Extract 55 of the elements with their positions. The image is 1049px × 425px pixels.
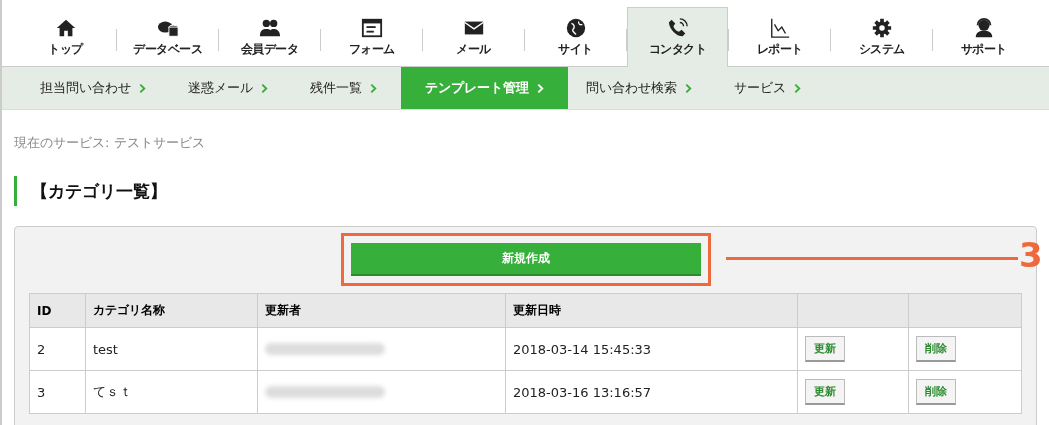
column-header: カテゴリ名称 — [85, 293, 258, 328]
row-button[interactable]: 更新 — [805, 336, 845, 362]
nav-label: トップ — [48, 41, 83, 58]
row-button[interactable]: 削除 — [916, 336, 956, 362]
nav-label: サイト — [558, 41, 593, 58]
nav-tab[interactable]: サイト — [525, 7, 626, 67]
people-icon — [258, 17, 281, 39]
nav-tab[interactable]: トップ — [15, 7, 116, 67]
nav-tab[interactable]: コンタクト — [627, 7, 728, 67]
globe-icon — [564, 17, 587, 39]
nav-tab[interactable]: 会員データ — [219, 7, 320, 67]
table-cell: 3 — [29, 370, 86, 414]
row-button[interactable]: 削除 — [916, 379, 956, 405]
table-cell: 2018-03-16 13:16:57 — [505, 370, 798, 414]
nav-tab[interactable]: レポート — [729, 7, 830, 67]
chevron-icon — [685, 82, 692, 94]
table-cell: 2 — [29, 327, 86, 371]
gear-icon — [870, 17, 893, 39]
nav-tab[interactable]: データベース — [117, 7, 218, 67]
chevron-icon — [261, 82, 268, 94]
nav-label: コンタクト — [648, 41, 707, 58]
phone-icon — [666, 17, 689, 39]
home-icon — [54, 17, 77, 39]
sub-nav-item[interactable]: 問い合わせ検索 — [568, 67, 716, 109]
chevron-icon — [139, 82, 146, 94]
chevron-icon — [370, 82, 377, 94]
table-cell: test — [85, 327, 258, 371]
nav-tab[interactable]: フォーム — [321, 7, 422, 67]
nav-label: フォーム — [348, 41, 395, 58]
section-heading: 【カテゴリ一覧】 — [14, 176, 1037, 206]
table-cell: 2018-03-14 15:45:33 — [505, 327, 798, 371]
table-cell: てｓｔ — [85, 370, 258, 414]
line-chart-icon — [768, 17, 791, 39]
form-icon — [360, 17, 383, 39]
nav-label: サポート — [960, 41, 1007, 58]
nav-tab[interactable]: システム — [831, 7, 932, 67]
sub-nav-item[interactable]: 迷惑メール — [170, 67, 292, 109]
nav-tab[interactable]: サポート — [933, 7, 1034, 67]
current-service-text: 現在のサービス: テストサービス — [14, 134, 206, 152]
row-button[interactable]: 更新 — [805, 379, 845, 405]
nav-label: システム — [858, 41, 905, 58]
sub-nav-item[interactable]: 残件一覧 — [292, 67, 401, 109]
sub-nav-item[interactable]: サービス — [716, 67, 825, 109]
nav-label: データベース — [133, 41, 202, 58]
sub-nav-item[interactable]: 担当問い合わせ — [22, 67, 170, 109]
callout-number: 3 — [1019, 235, 1043, 275]
column-header: ID — [29, 293, 86, 328]
chevron-icon — [794, 82, 801, 94]
column-header: 更新者 — [257, 293, 506, 328]
nav-label: 会員データ — [240, 41, 299, 58]
chevron-icon — [537, 82, 544, 94]
nav-label: レポート — [756, 41, 803, 58]
column-header: 更新日時 — [505, 293, 798, 328]
nav-label: メール — [456, 41, 491, 58]
nav-tab[interactable]: メール — [423, 7, 524, 67]
